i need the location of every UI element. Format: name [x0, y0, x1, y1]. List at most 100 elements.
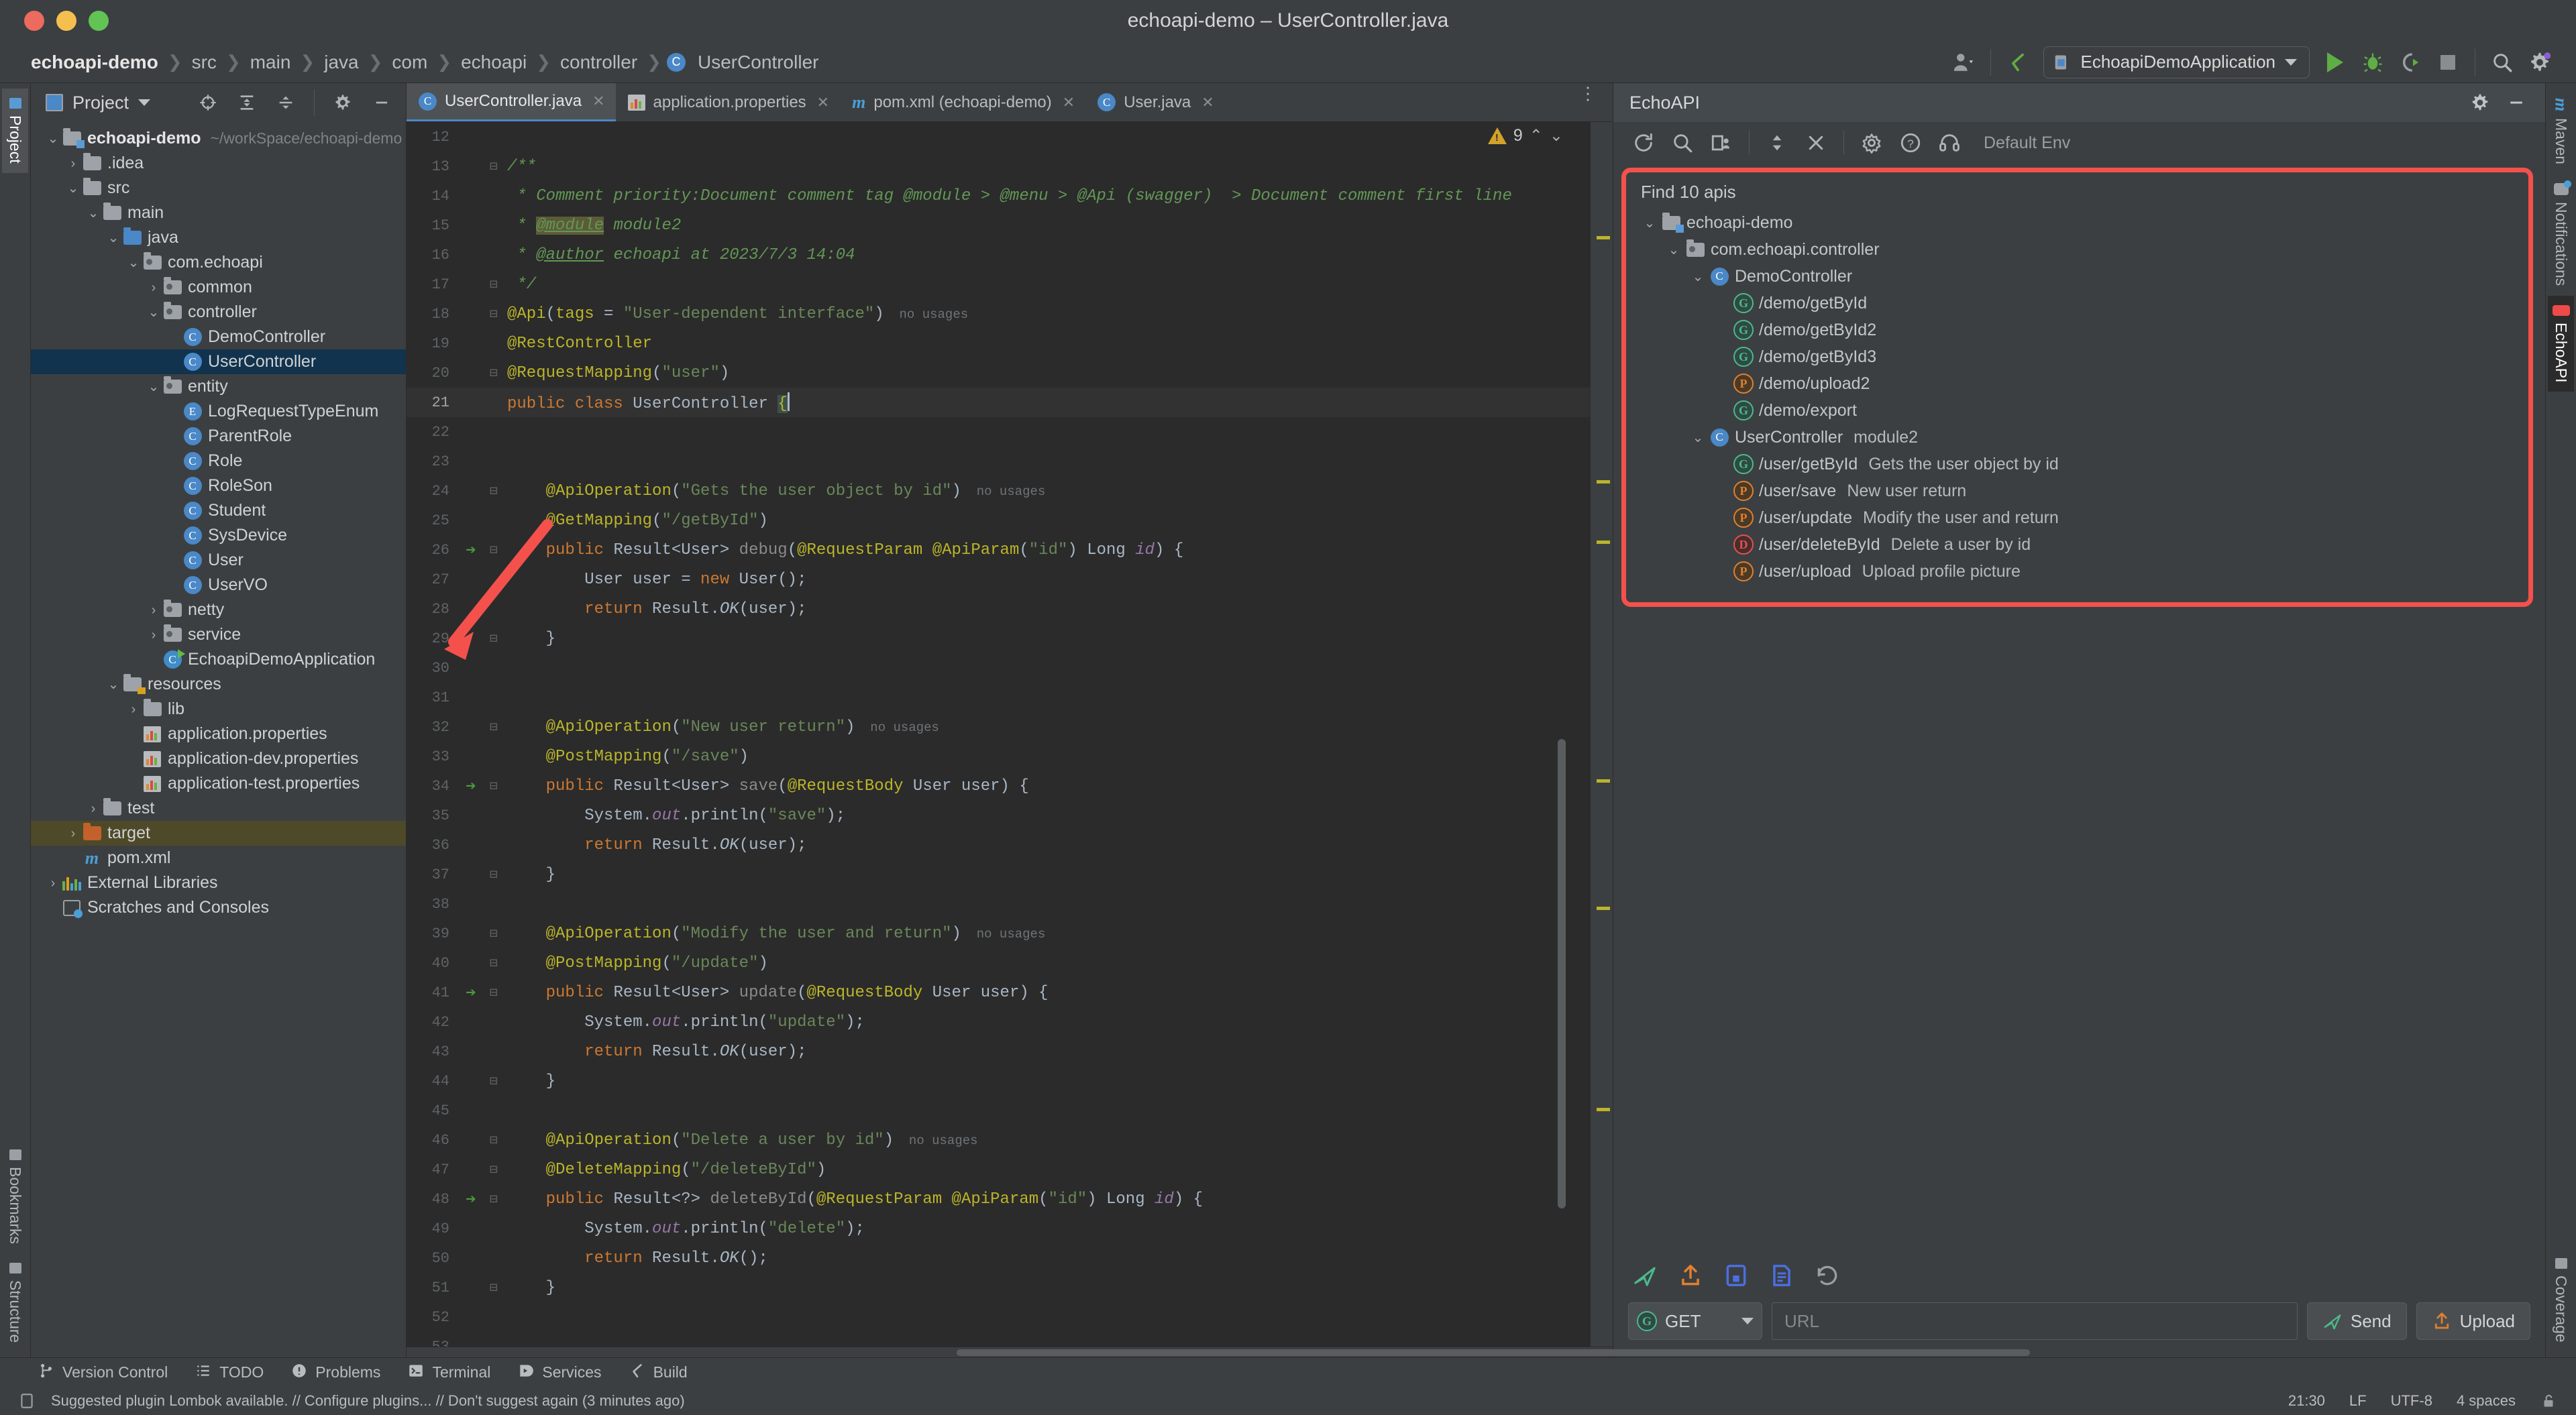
locate-icon[interactable]: [1703, 125, 1739, 161]
code-folding-marker[interactable]: ⊟: [484, 984, 503, 1001]
gutter-marker[interactable]: ➔: [458, 982, 484, 1003]
echoapi-tree-item[interactable]: P/demo/upload2: [1637, 370, 2518, 397]
chevron-down-icon[interactable]: ⌄: [145, 380, 162, 394]
notification-icon[interactable]: [16, 1390, 38, 1412]
indent-setting[interactable]: 4 spaces: [2457, 1392, 2516, 1410]
project-tree-item[interactable]: CUserVO: [31, 573, 406, 598]
code-folding-marker[interactable]: ⊟: [484, 158, 503, 175]
code-folding-marker[interactable]: ⊟: [484, 1072, 503, 1090]
breadcrumb-item-2[interactable]: main: [246, 52, 295, 73]
close-tab-icon[interactable]: ✕: [592, 93, 604, 110]
refresh-icon[interactable]: [1625, 125, 1662, 161]
bottom-bar-item-problems[interactable]: Problems: [290, 1362, 380, 1383]
chevron-down-icon[interactable]: [138, 99, 150, 106]
upload-icon[interactable]: [1675, 1260, 1706, 1291]
project-tree-item[interactable]: ⌄com.echoapi: [31, 250, 406, 275]
code-folding-marker[interactable]: ⊟: [484, 364, 503, 382]
project-tree-item[interactable]: CUser: [31, 548, 406, 573]
editor-tab[interactable]: CUser.java✕: [1085, 83, 1224, 121]
breadcrumb-item-0[interactable]: echoapi-demo: [27, 52, 162, 73]
echoapi-tree-item[interactable]: P/user/saveNew user return: [1637, 477, 2518, 504]
environment-selector[interactable]: Default Env: [1984, 133, 2070, 153]
project-tree-item[interactable]: ›.idea: [31, 151, 406, 176]
project-tree-item[interactable]: CEchoapiDemoApplication: [31, 647, 406, 672]
sidebar-item-project[interactable]: Project: [2, 89, 28, 173]
url-input[interactable]: URL: [1772, 1302, 2298, 1340]
sidebar-item-maven[interactable]: m Maven: [2547, 89, 2575, 174]
close-tab-icon[interactable]: ✕: [817, 94, 829, 111]
code-folding-marker[interactable]: ⊟: [484, 1131, 503, 1149]
close-tab-icon[interactable]: ✕: [1201, 94, 1214, 111]
code-folding-marker[interactable]: ⊟: [484, 305, 503, 323]
chevron-down-icon[interactable]: ⌄: [44, 132, 62, 146]
chevron-right-icon[interactable]: ›: [64, 827, 82, 840]
chevron-right-icon[interactable]: ›: [145, 628, 162, 642]
echoapi-tree-item[interactable]: D/user/deleteByIdDelete a user by id: [1637, 531, 2518, 558]
search-icon[interactable]: [2483, 44, 2521, 81]
bottom-bar-item-version-control[interactable]: Version Control: [38, 1362, 168, 1383]
chevron-right-icon[interactable]: ›: [125, 703, 142, 716]
doc-icon[interactable]: [1766, 1260, 1797, 1291]
echoapi-tree-item[interactable]: ⌄echoapi-demo: [1637, 209, 2518, 236]
chevron-down-icon[interactable]: ⌄: [145, 306, 162, 319]
breadcrumb-item-7[interactable]: UserController: [694, 52, 823, 73]
close-icon[interactable]: [1798, 125, 1834, 161]
gutter-marker[interactable]: ➔: [458, 776, 484, 797]
chevron-right-icon[interactable]: ›: [145, 281, 162, 294]
sidebar-item-coverage[interactable]: Coverage: [2548, 1249, 2574, 1352]
chevron-right-icon[interactable]: ›: [44, 876, 62, 890]
editor-vertical-scrollbar[interactable]: [1558, 739, 1566, 1208]
project-tree-item[interactable]: ⌄main: [31, 201, 406, 225]
echoapi-tree-item[interactable]: P/user/updateModify the user and return: [1637, 504, 2518, 531]
close-tab-icon[interactable]: ✕: [1063, 94, 1075, 111]
code-folding-marker[interactable]: ⊟: [484, 630, 503, 647]
settings-icon[interactable]: [1854, 125, 1890, 161]
sidebar-item-echoapi[interactable]: EchoAPI: [2548, 296, 2574, 392]
help-icon[interactable]: ?: [1892, 125, 1929, 161]
project-tree-item[interactable]: CRoleSon: [31, 473, 406, 498]
breadcrumb-item-4[interactable]: com: [388, 52, 431, 73]
project-tree-item[interactable]: CUserController: [31, 349, 406, 374]
run-with-coverage-icon[interactable]: [2392, 44, 2429, 81]
project-tree-item[interactable]: application-dev.properties: [31, 746, 406, 771]
chevron-down-icon[interactable]: ⌄: [105, 231, 122, 245]
chevron-down-icon[interactable]: ⌄: [125, 256, 142, 270]
project-tree-item[interactable]: ›service: [31, 622, 406, 647]
project-tree-item[interactable]: ELogRequestTypeEnum: [31, 399, 406, 424]
project-tree-item[interactable]: ⌄resources: [31, 672, 406, 697]
editor-horizontal-scrollbar[interactable]: [407, 1347, 1613, 1357]
echoapi-tree-item[interactable]: ⌄CDemoController: [1637, 263, 2518, 290]
code-folding-marker[interactable]: ⊟: [484, 1279, 503, 1296]
project-tree-item[interactable]: application-test.properties: [31, 771, 406, 796]
editor-tab[interactable]: application.properties✕: [616, 83, 841, 121]
project-tree-item[interactable]: ⌄src: [31, 176, 406, 201]
gutter-marker[interactable]: ➔: [458, 540, 484, 561]
collapse-all-icon[interactable]: [271, 88, 301, 117]
sort-icon[interactable]: [1759, 125, 1795, 161]
sidebar-item-structure[interactable]: Structure: [2, 1253, 28, 1352]
line-separator[interactable]: LF: [2349, 1392, 2367, 1410]
support-icon[interactable]: [1931, 125, 1968, 161]
chevron-down-icon[interactable]: ⌄: [1688, 429, 1708, 446]
breadcrumb-item-1[interactable]: src: [188, 52, 221, 73]
project-tree-item[interactable]: Scratches and Consoles: [31, 895, 406, 920]
hide-panel-icon[interactable]: [2498, 84, 2534, 121]
project-tree-item[interactable]: ›netty: [31, 598, 406, 622]
project-tree-item[interactable]: CParentRole: [31, 424, 406, 449]
gutter-marker[interactable]: ➔: [458, 1189, 484, 1210]
echoapi-tree-item[interactable]: P/user/uploadUpload profile picture: [1637, 558, 2518, 585]
upload-button[interactable]: Upload: [2416, 1302, 2530, 1340]
hide-panel-icon[interactable]: [367, 88, 396, 117]
code-folding-marker[interactable]: ⊟: [484, 541, 503, 559]
project-tree-item[interactable]: CDemoController: [31, 325, 406, 349]
bottom-bar-item-todo[interactable]: TODO: [195, 1362, 264, 1383]
chevron-down-icon[interactable]: ⌄: [1664, 241, 1684, 258]
project-tree[interactable]: ⌄echoapi-demo~/workSpace/echoapi-demo›.i…: [31, 122, 406, 1357]
status-message[interactable]: Suggested plugin Lombok available. // Co…: [51, 1392, 685, 1410]
editor-tab[interactable]: CUserController.java✕: [407, 83, 616, 121]
project-tree-item[interactable]: ⌄java: [31, 225, 406, 250]
code-editor[interactable]: 1213⊟/**14 * Comment priority:Document c…: [407, 122, 1590, 1347]
code-folding-marker[interactable]: ⊟: [484, 1190, 503, 1208]
history-icon[interactable]: [1812, 1260, 1843, 1291]
chevron-right-icon[interactable]: ›: [64, 157, 82, 170]
